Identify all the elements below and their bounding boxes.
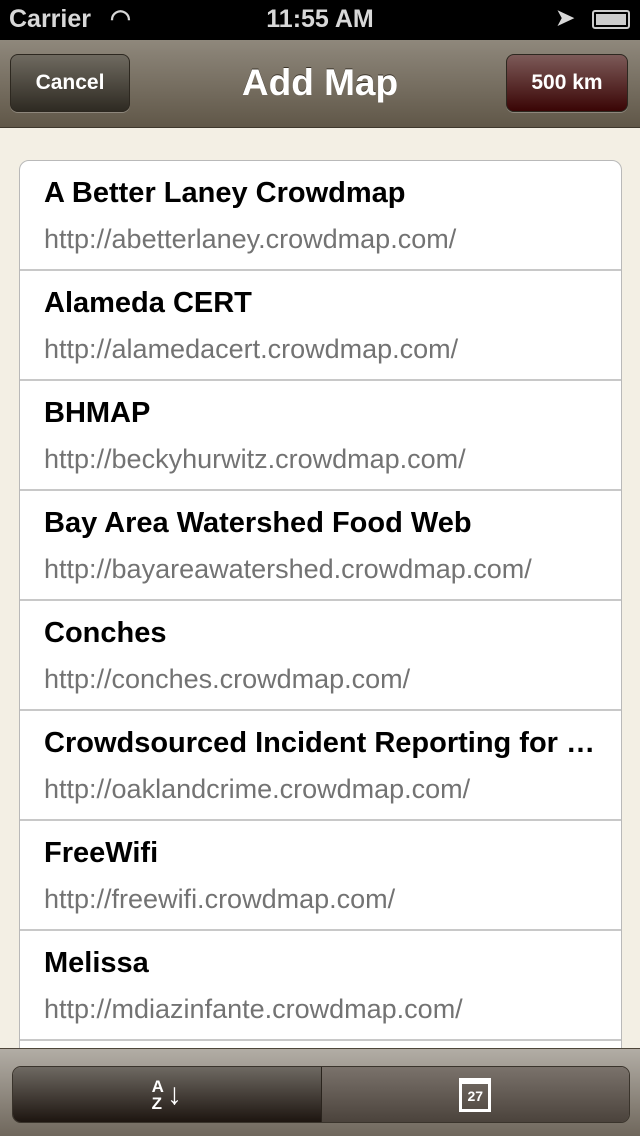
list-item[interactable]: Conches http://conches.crowdmap.com/ — [20, 601, 621, 711]
sort-alphabetical-button[interactable]: AZ ↓ — [13, 1067, 322, 1122]
sort-alphabetical-icon: AZ ↓ — [151, 1076, 182, 1113]
map-name: FreeWifi — [44, 837, 159, 869]
list-item[interactable]: BHMAP http://beckyhurwitz.crowdmap.com/ — [20, 381, 621, 491]
map-url: http://bayareawatershed.crowdmap.com/ — [44, 554, 532, 584]
list-item[interactable]: Bay Area Watershed Food Web http://bayare… — [20, 491, 621, 601]
map-name: Crowdsourced Incident Reporting for Oakl… — [44, 727, 597, 759]
list-item[interactable]: Alameda CERT http://alamedacert.crowdmap.… — [20, 271, 621, 381]
navigation-bar: Add Map Cancel 500 km — [0, 40, 640, 128]
map-url: http://mdiazinfante.crowdmap.com/ — [44, 994, 463, 1024]
map-name: Alameda CERT — [44, 287, 252, 319]
list-item[interactable]: A Better Laney Crowdmap http://abetterlan… — [20, 161, 621, 271]
map-name: BHMAP — [44, 397, 151, 429]
map-url: http://oaklandcrime.crowdmap.com/ — [44, 774, 471, 804]
letter-a: A — [151, 1076, 164, 1096]
map-name: A Better Laney Crowdmap — [44, 177, 406, 209]
list-item[interactable]: Crowdsourced Incident Reporting for Oakl… — [20, 711, 621, 821]
map-url: http://abetterlaney.crowdmap.com/ — [44, 224, 457, 254]
bottom-toolbar: AZ ↓ 27 — [0, 1048, 640, 1136]
location-icon: ➤ — [556, 5, 575, 30]
distance-button[interactable]: 500 km — [506, 54, 628, 112]
map-url: http://conches.crowdmap.com/ — [44, 664, 411, 694]
list-item[interactable]: FreeWifi http://freewifi.crowdmap.com/ — [20, 821, 621, 931]
map-name: Melissa — [44, 947, 149, 979]
map-name: Bay Area Watershed Food Web — [44, 507, 472, 539]
map-name: Conches — [44, 617, 167, 649]
sort-segmented-control[interactable]: AZ ↓ 27 — [12, 1066, 630, 1123]
battery-icon — [592, 10, 630, 29]
status-bar: Carrier ◠ 11:55 AM ➤ — [0, 0, 640, 40]
letter-z: Z — [151, 1093, 162, 1113]
cancel-button[interactable]: Cancel — [10, 54, 130, 112]
clock: 11:55 AM — [266, 5, 374, 33]
map-url: http://beckyhurwitz.crowdmap.com/ — [44, 444, 466, 474]
map-url: http://freewifi.crowdmap.com/ — [44, 884, 396, 914]
map-list[interactable]: A Better Laney Crowdmap http://abetterlan… — [19, 160, 622, 1060]
calendar-icon: 27 — [459, 1077, 492, 1112]
sort-date-button[interactable]: 27 — [321, 1067, 629, 1122]
map-url: http://alamedacert.crowdmap.com/ — [44, 334, 459, 364]
list-item[interactable]: Melissa http://mdiazinfante.crowdmap.com/ — [20, 931, 621, 1041]
